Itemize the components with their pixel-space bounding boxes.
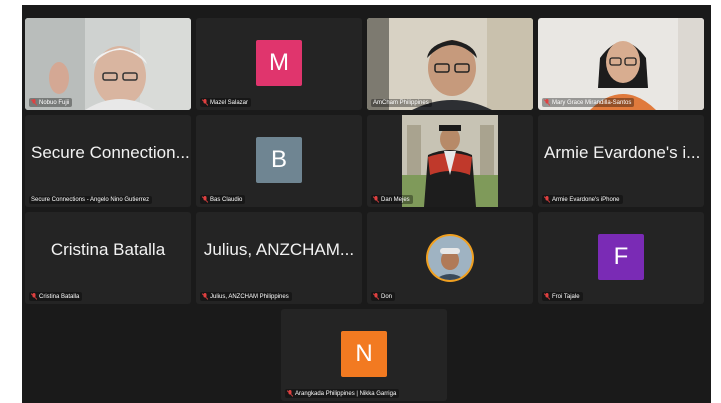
- participant-tile-amcham-philippines[interactable]: AmCham Philippines: [367, 18, 533, 110]
- avatar: B: [256, 137, 302, 183]
- avatar: N: [341, 331, 387, 377]
- participant-name-label: Froi Tajale: [542, 292, 583, 301]
- participant-name-label: Don: [371, 292, 396, 301]
- mic-muted-icon: [202, 196, 208, 203]
- participant-tile-julius-anzcham[interactable]: Julius, ANZCHAM... Julius, ANZCHAM Phili…: [196, 212, 362, 304]
- participant-tile-don[interactable]: Don: [367, 212, 533, 304]
- video-feed: [402, 115, 498, 207]
- participant-tile-mary-grace[interactable]: Mary Grace Mirandilla-Santos: [538, 18, 704, 110]
- mic-muted-icon: [202, 293, 208, 300]
- participant-name-label: Armie Evardone's iPhone: [542, 195, 623, 204]
- participant-name-label: Cristina Batalla: [29, 292, 83, 301]
- mic-muted-icon: [31, 293, 37, 300]
- avatar: M: [256, 40, 302, 86]
- participant-tile-secure-connections[interactable]: Secure Connection... Secure Connections …: [25, 115, 191, 207]
- participant-name-label: Mazel Salazar: [200, 98, 252, 107]
- profile-photo: [426, 234, 474, 282]
- video-gallery: Nobuo Fujii M Mazel Salazar AmCham Phili…: [22, 5, 711, 403]
- mic-muted-icon: [202, 99, 208, 106]
- participant-tile-dan-mejes[interactable]: Dan Mejes: [367, 115, 533, 207]
- participant-tile-cristina-batalla[interactable]: Cristina Batalla Cristina Batalla: [25, 212, 191, 304]
- participant-tile-froi-tajale[interactable]: F Froi Tajale: [538, 212, 704, 304]
- participant-name-label: Arangkada Philippines | Nikka Garriga: [285, 389, 400, 398]
- mic-muted-icon: [287, 390, 293, 397]
- participant-name-label: Bas Claudio: [200, 195, 246, 204]
- video-feed: [25, 18, 191, 110]
- video-feed: [367, 18, 533, 110]
- participant-tile-armie-evardone[interactable]: Armie Evardone's i... Armie Evardone's i…: [538, 115, 704, 207]
- mic-muted-icon: [544, 99, 550, 106]
- participant-name-label: Dan Mejes: [371, 195, 413, 204]
- participant-name-label: Nobuo Fujii: [29, 98, 73, 107]
- participant-display-name: Armie Evardone's i...: [544, 143, 701, 162]
- avatar: F: [598, 234, 644, 280]
- participant-name-label: AmCham Philippines: [371, 99, 432, 107]
- mic-muted-icon: [544, 196, 550, 203]
- participant-tile-arangkada-philippines[interactable]: N Arangkada Philippines | Nikka Garriga: [281, 309, 447, 401]
- video-feed: [538, 18, 704, 110]
- participant-name-label: Julius, ANZCHAM Philippines: [200, 292, 292, 301]
- participant-tile-bas-claudio[interactable]: B Bas Claudio: [196, 115, 362, 207]
- participant-tile-mazel-salazar[interactable]: M Mazel Salazar: [196, 18, 362, 110]
- mic-muted-icon: [373, 293, 379, 300]
- participant-name-label: Secure Connections - Angelo Nino Gutierr…: [29, 196, 153, 204]
- participant-display-name: Julius, ANZCHAM...: [203, 240, 355, 259]
- participant-name-label: Mary Grace Mirandilla-Santos: [542, 98, 635, 107]
- mic-muted-icon: [31, 99, 37, 106]
- participant-display-name: Cristina Batalla: [50, 240, 166, 259]
- mic-muted-icon: [373, 196, 379, 203]
- participant-tile-nobuo-fujii[interactable]: Nobuo Fujii: [25, 18, 191, 110]
- participant-display-name: Secure Connection...: [31, 143, 190, 162]
- mic-muted-icon: [544, 293, 550, 300]
